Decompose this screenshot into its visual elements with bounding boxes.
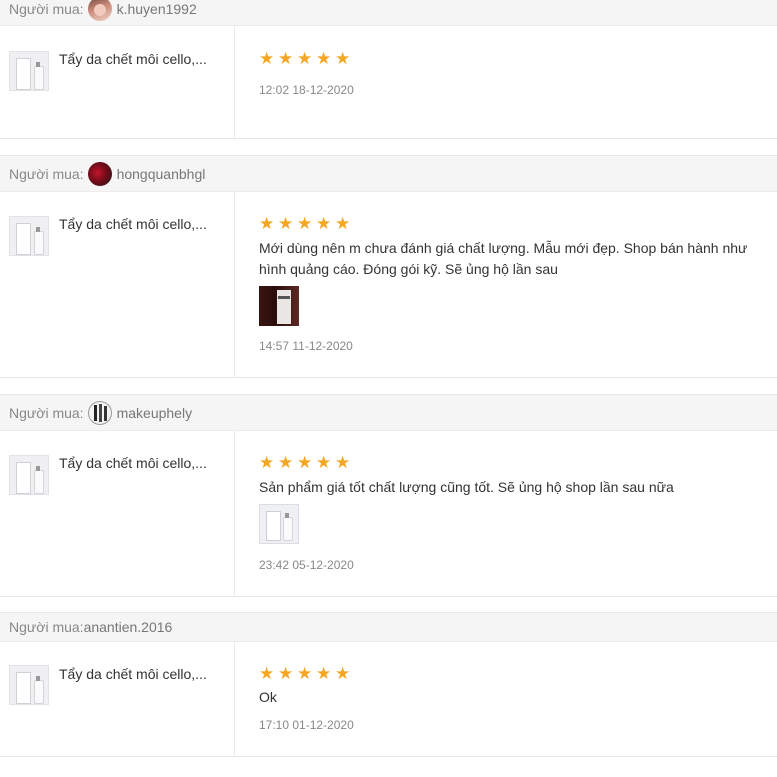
product-name[interactable]: Tẩy da chết môi cello,...	[59, 455, 207, 471]
review-body: Tẩy da chết môi cello,... ★ ★ ★ ★ ★ 12:0…	[0, 26, 777, 139]
buyer-label: Người mua:	[9, 165, 84, 182]
column-divider	[234, 642, 235, 756]
product-thumbnail[interactable]	[9, 216, 49, 256]
star-icon: ★	[297, 214, 313, 233]
star-icon: ★	[297, 453, 313, 472]
star-icon: ★	[316, 664, 332, 683]
star-icon: ★	[259, 664, 275, 683]
product-thumbnail[interactable]	[9, 665, 49, 705]
star-icon: ★	[316, 49, 332, 68]
star-icon: ★	[335, 49, 351, 68]
star-icon: ★	[278, 49, 294, 68]
review-photo[interactable]	[259, 286, 299, 326]
review-timestamp: 17:10 01-12-2020	[259, 718, 354, 732]
product-thumbnail[interactable]	[9, 455, 49, 495]
buyer-avatar[interactable]	[87, 400, 112, 425]
review-body: Tẩy da chết môi cello,... ★ ★ ★ ★ ★ Mới …	[0, 192, 777, 378]
product-name[interactable]: Tẩy da chết môi cello,...	[59, 666, 207, 682]
star-rating: ★ ★ ★ ★ ★	[259, 453, 351, 472]
star-icon: ★	[335, 214, 351, 233]
star-rating: ★ ★ ★ ★ ★	[259, 664, 351, 683]
star-icon: ★	[297, 664, 313, 683]
review-body: Tẩy da chết môi cello,... ★ ★ ★ ★ ★ Ok 1…	[0, 642, 777, 757]
star-icon: ★	[278, 453, 294, 472]
buyer-avatar[interactable]	[87, 0, 112, 21]
star-icon: ★	[316, 214, 332, 233]
review-timestamp: 14:57 11-12-2020	[259, 339, 353, 353]
buyer-bar: Người mua: hongquanbhgl	[0, 155, 777, 192]
star-rating: ★ ★ ★ ★ ★	[259, 214, 351, 233]
star-icon: ★	[335, 664, 351, 683]
buyer-label: Người mua:	[9, 619, 84, 635]
review-timestamp: 12:02 18-12-2020	[259, 83, 354, 97]
star-icon: ★	[297, 49, 313, 68]
star-icon: ★	[259, 453, 275, 472]
buyer-name[interactable]: hongquanbhgl	[117, 166, 206, 182]
column-divider	[234, 192, 235, 377]
product-thumbnail[interactable]	[9, 51, 49, 91]
review-timestamp: 23:42 05-12-2020	[259, 558, 354, 572]
star-icon: ★	[259, 214, 275, 233]
buyer-name[interactable]: anantien.2016	[84, 619, 173, 635]
review-comment: Ok	[259, 689, 277, 705]
star-icon: ★	[316, 453, 332, 472]
buyer-bar: Người mua: k.huyen1992	[0, 0, 777, 26]
column-divider	[234, 26, 235, 138]
buyer-bar: Người mua: makeuphely	[0, 394, 777, 431]
product-name[interactable]: Tẩy da chết môi cello,...	[59, 216, 207, 232]
buyer-avatar[interactable]	[87, 161, 112, 186]
buyer-name[interactable]: makeuphely	[117, 405, 193, 421]
buyer-label: Người mua:	[9, 404, 84, 421]
column-divider	[234, 431, 235, 596]
star-icon: ★	[278, 214, 294, 233]
buyer-bar: Người mua: anantien.2016	[0, 612, 777, 642]
star-icon: ★	[278, 664, 294, 683]
review-body: Tẩy da chết môi cello,... ★ ★ ★ ★ ★ Sản …	[0, 431, 777, 597]
buyer-label: Người mua:	[9, 0, 84, 17]
product-name[interactable]: Tẩy da chết môi cello,...	[59, 51, 207, 67]
star-icon: ★	[259, 49, 275, 68]
review-comment: Mới dùng nên m chưa đánh giá chất lượng.…	[259, 240, 748, 277]
review-comment: Sản phẩm giá tốt chất lượng cũng tốt. Sẽ…	[259, 479, 674, 495]
star-rating: ★ ★ ★ ★ ★	[259, 49, 351, 68]
buyer-name[interactable]: k.huyen1992	[117, 1, 197, 17]
star-icon: ★	[335, 453, 351, 472]
review-photo[interactable]	[259, 504, 299, 544]
